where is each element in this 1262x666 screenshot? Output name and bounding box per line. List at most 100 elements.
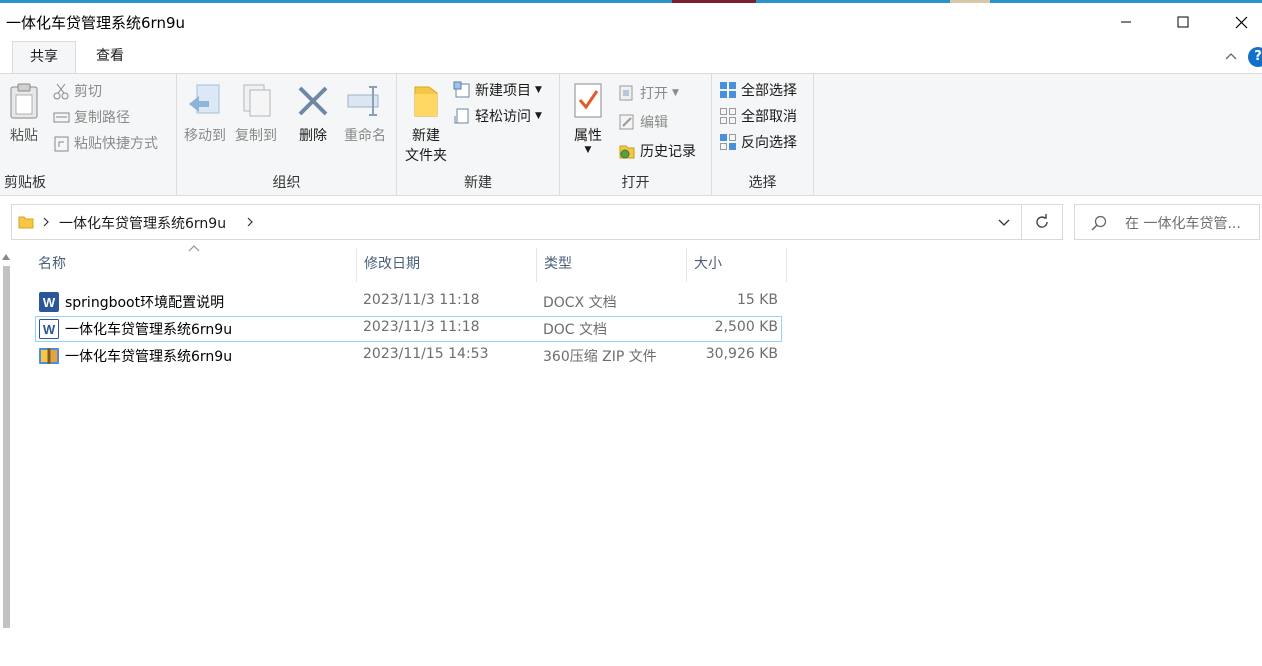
select-all-button[interactable]: 全部选择 (719, 78, 797, 102)
close-button[interactable] (1212, 3, 1262, 41)
scroll-up-icon[interactable] (2, 254, 10, 260)
ribbon: 粘贴 剪切 复制路径 粘贴快捷方式 剪贴板 移动到 复制到 删除 重命名 组织 … (0, 73, 1262, 196)
file-name: springboot环境配置说明 (65, 295, 225, 311)
file-row[interactable]: W springboot环境配置说明 2023/11/3 11:18 DOCX … (35, 289, 782, 315)
minimize-button[interactable] (1097, 3, 1155, 41)
invert-selection-icon (720, 134, 736, 150)
paste-shortcut-button[interactable]: 粘贴快捷方式 (53, 131, 158, 155)
properties-label: 属性 (574, 128, 602, 144)
select-all-icon (720, 82, 736, 98)
new-folder-label-2: 文件夹 (405, 148, 447, 164)
scissors-icon (53, 83, 69, 99)
maximize-button[interactable] (1154, 3, 1212, 41)
file-size: 30,926 KB (705, 346, 778, 362)
file-row-selected[interactable]: W 一体化车贷管理系统6rn9u 2023/11/3 11:18 DOC 文档 … (35, 316, 782, 342)
history-button[interactable]: 历史记录 (618, 139, 696, 163)
file-modified: 2023/11/15 14:53 (363, 346, 489, 362)
edit-button[interactable]: 编辑 (618, 110, 668, 134)
cut-label: 剪切 (74, 84, 102, 100)
chevron-right-icon[interactable] (41, 216, 51, 228)
file-type: 360压缩 ZIP 文件 (543, 349, 657, 365)
clipboard-paste-icon (10, 83, 38, 119)
properties-checkmark-icon (574, 83, 602, 118)
copy-path-icon (53, 112, 70, 122)
paste-button[interactable]: 粘贴 (4, 82, 44, 146)
paste-shortcut-icon (54, 136, 69, 151)
chevron-down-icon[interactable] (997, 217, 1011, 229)
breadcrumb[interactable]: 一体化车贷管理系统6rn9u (59, 213, 226, 233)
help-icon[interactable]: ? (1248, 47, 1262, 67)
rename-icon (347, 86, 379, 116)
select-none-button[interactable]: 全部取消 (719, 104, 797, 128)
address-bar[interactable]: 一体化车贷管理系统6rn9u (11, 204, 1022, 240)
chevron-down-icon: ▼ (584, 145, 592, 155)
svg-text:W: W (43, 295, 56, 310)
column-header-type[interactable]: 类型 (537, 248, 687, 282)
copy-path-label: 复制路径 (74, 110, 130, 126)
open-button[interactable]: 打开 ▼ (618, 81, 679, 105)
column-header-modified[interactable]: 修改日期 (357, 248, 537, 282)
chevron-down-icon: ▼ (535, 85, 542, 95)
copy-path-button[interactable]: 复制路径 (53, 105, 130, 129)
file-type: DOCX 文档 (543, 295, 617, 311)
cut-button[interactable]: 剪切 (53, 79, 102, 103)
folder-icon (414, 86, 438, 117)
search-placeholder: 在 一体化车贷管... (1125, 216, 1241, 232)
select-none-icon (720, 108, 736, 124)
file-row[interactable]: 一体化车贷管理系统6rn9u 2023/11/15 14:53 360压缩 ZI… (35, 343, 782, 369)
new-item-icon (453, 81, 470, 98)
new-folder-label-1: 新建 (412, 128, 440, 144)
rename-label: 重命名 (344, 128, 386, 144)
file-size: 2,500 KB (714, 319, 778, 335)
file-name: 一体化车贷管理系统6rn9u (65, 322, 233, 338)
delete-button[interactable]: 删除 (291, 82, 335, 146)
ribbon-tabs: 共享 查看 ? (0, 41, 1262, 74)
search-box[interactable]: 在 一体化车贷管... (1074, 204, 1260, 240)
easy-access-label: 轻松访问 (475, 109, 531, 125)
tab-view[interactable]: 查看 (78, 41, 142, 73)
chevron-right-icon[interactable] (245, 216, 255, 228)
file-size: 15 KB (736, 292, 778, 308)
edit-icon (619, 114, 634, 130)
new-folder-button[interactable]: 新建 文件夹 (401, 82, 451, 166)
clipboard-group: 粘贴 剪切 复制路径 粘贴快捷方式 剪贴板 (0, 74, 177, 196)
close-icon (1235, 16, 1247, 28)
word-doc-icon: W (39, 319, 59, 339)
collapse-ribbon-icon[interactable] (1224, 49, 1238, 63)
title-bar[interactable]: 一体化车贷管理系统6rn9u (0, 3, 1262, 41)
new-item-button[interactable]: 新建项目 ▼ (453, 78, 542, 102)
copy-to-button[interactable]: 复制到 (231, 82, 281, 146)
invert-selection-button[interactable]: 反向选择 (719, 130, 797, 154)
file-type: DOC 文档 (543, 322, 608, 338)
select-none-label: 全部取消 (741, 109, 797, 125)
properties-button[interactable]: 属性 ▼ (566, 82, 610, 155)
column-header-size[interactable]: 大小 (687, 248, 787, 282)
file-name: 一体化车贷管理系统6rn9u (65, 349, 233, 365)
organize-group-label: 组织 (272, 175, 301, 191)
scrollbar-thumb[interactable] (3, 266, 10, 628)
navigation-pane-scrollbar[interactable] (0, 250, 12, 666)
tab-share[interactable]: 共享 (12, 41, 76, 74)
easy-access-icon (454, 108, 469, 124)
svg-text:W: W (43, 322, 56, 337)
folder-icon (18, 216, 34, 229)
history-label: 历史记录 (640, 144, 696, 160)
refresh-button[interactable] (1021, 204, 1063, 240)
open-icon (619, 85, 633, 101)
new-item-label: 新建项目 (475, 83, 531, 99)
column-header-name[interactable]: 名称 (31, 248, 357, 282)
select-all-label: 全部选择 (741, 83, 797, 99)
move-to-button[interactable]: 移动到 (181, 82, 229, 146)
chevron-down-icon: ▼ (672, 88, 679, 98)
delete-x-icon (298, 86, 328, 116)
chevron-down-icon: ▼ (535, 111, 542, 121)
rename-button[interactable]: 重命名 (337, 82, 393, 146)
paste-shortcut-label: 粘贴快捷方式 (74, 136, 158, 152)
clipboard-group-label: 剪贴板 (4, 175, 46, 191)
edit-label: 编辑 (640, 115, 668, 131)
maximize-icon (1177, 16, 1189, 28)
new-group-label: 新建 (464, 175, 492, 191)
select-group-label: 选择 (748, 175, 777, 191)
copy-to-label: 复制到 (235, 128, 277, 144)
easy-access-button[interactable]: 轻松访问 ▼ (453, 104, 542, 128)
